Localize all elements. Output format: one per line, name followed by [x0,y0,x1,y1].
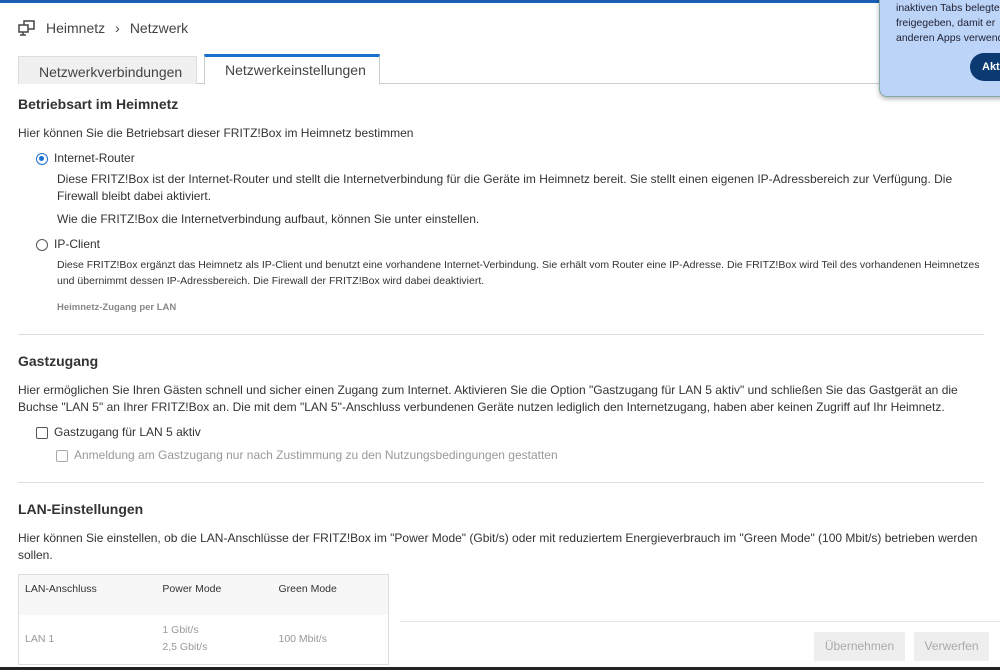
section-title-betriebsart: Betriebsart im Heimnetz [18,96,179,112]
checkbox-icon [56,449,68,462]
tab-bar: Netzwerkverbindungen Netzwerkeinstellung… [18,54,1000,85]
option-description: Diese FRITZ!Box ergänzt das Heimnetz als… [57,259,980,287]
breadcrumb-current: Netzwerk [129,20,189,36]
section-title-lan: LAN-Einstellungen [18,501,144,517]
checkbox-icon [36,426,48,439]
section-title-gastzugang: Gastzugang [18,353,99,369]
column-header: LAN-Anschluss [18,574,157,615]
option-description: Diese FRITZ!Box ist der Internet-Router … [57,172,953,203]
checkbox-label: Anmeldung am Gastzugang nur nach Zustimm… [74,448,558,462]
checkbox-gastzugang-lan5[interactable]: Gastzugang für LAN 5 aktiv [36,424,984,441]
column-header: Green Mode [272,574,389,615]
radio-checked-icon [36,152,48,165]
action-bar: Übernehmen Verwerfen [400,621,1000,668]
radio-label: Internet-Router [54,151,135,165]
radio-2-5gbit[interactable]: 2,5 Gbit/s [162,639,266,656]
checkbox-nutzungsbedingungen[interactable]: Anmeldung am Gastzugang nur nach Zustimm… [56,447,984,464]
notification-popup: inaktiven Tabs belegter freigegeben, dam… [879,0,1000,97]
tab-netzwerkverbindungen[interactable]: Netzwerkverbindungen [18,56,197,84]
divider [18,334,984,335]
section-intro: Hier können Sie die Betriebsart dieser F… [18,126,414,140]
network-devices-icon [18,20,35,36]
radio-unchecked-icon [36,238,48,251]
popup-text: inaktiven Tabs belegter [896,2,1000,14]
breadcrumb-home[interactable]: Heimnetz [46,20,105,36]
section-intro: Hier können Sie einstellen, ob die LAN-A… [18,531,978,562]
section-intro: Hier ermöglichen Sie Ihren Gästen schnel… [18,383,958,414]
power-mode-cell: 1 Gbit/s 2,5 Gbit/s [156,615,272,665]
radio-label: IP-Client [54,237,101,251]
radio-1gbit[interactable]: 1 Gbit/s [162,622,266,639]
main-content: Betriebsart im Heimnetz Hier können Sie … [18,96,984,665]
popup-activate-button[interactable]: Akti [970,53,1000,81]
radio-internet-router[interactable]: Internet-Router [36,150,984,167]
tab-netzwerkeinstellungen[interactable]: Netzwerkeinstellungen [204,54,380,85]
discard-button[interactable]: Verwerfen [914,632,989,661]
popup-text: anderen Apps verwende [896,32,1000,44]
top-accent-bar [0,0,1000,3]
column-header: Power Mode [156,574,273,615]
radio-100mbit[interactable]: 100 Mbit/s [273,615,389,665]
table-row: LAN 1 1 Gbit/s 2,5 Gbit/s 100 Mbit/s [19,615,389,665]
radio-ip-client[interactable]: IP-Client [36,236,984,253]
subsection-label: Heimnetz-Zugang per LAN [57,302,177,313]
checkbox-label: Gastzugang für LAN 5 aktiv [54,425,201,439]
lan-port: LAN 1 [25,632,55,645]
apply-button[interactable]: Übernehmen [814,632,905,661]
option-description: Wie die FRITZ!Box die Internetverbindung… [57,212,480,226]
breadcrumb: Heimnetz › Netzwerk [18,20,188,36]
chevron-right-icon: › [115,20,120,36]
lan-table: LAN-Anschluss Power Mode Green Mode LAN 1 … [18,574,389,665]
popup-text: freigegeben, damit er [896,17,996,29]
divider [18,482,984,483]
